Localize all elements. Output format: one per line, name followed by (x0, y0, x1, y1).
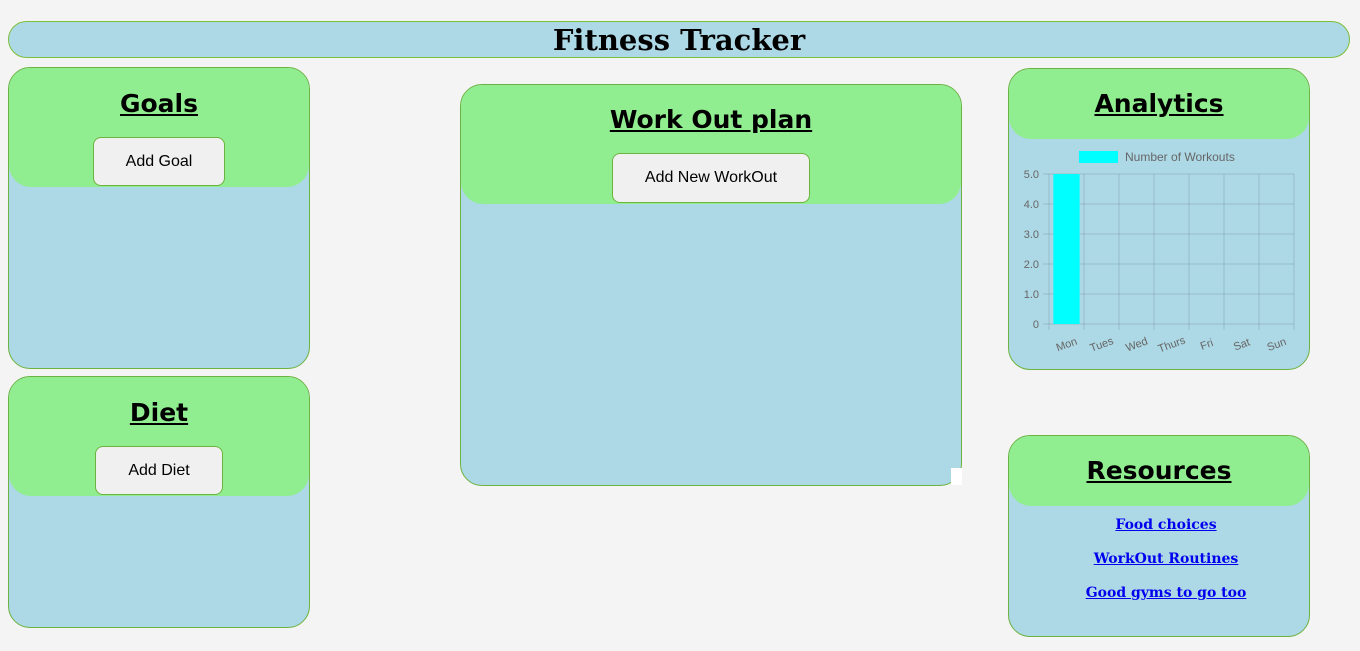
add-workout-button[interactable]: Add New WorkOut (612, 153, 810, 203)
diet-title: Diet (129, 398, 189, 427)
workout-header: Work Out plan Add New WorkOut (461, 85, 961, 204)
workout-routines-link[interactable]: WorkOut Routines (1023, 550, 1309, 568)
y-tick-label: 5.0 (1024, 169, 1039, 181)
y-tick-label: 0 (1033, 319, 1039, 331)
legend-swatch (1079, 151, 1118, 163)
goals-title: Goals (119, 89, 198, 118)
x-tick-label: Thurs (1157, 334, 1188, 355)
app-header: Fitness Tracker (8, 21, 1350, 58)
resize-handle[interactable] (951, 468, 962, 485)
bar-mon (1053, 174, 1080, 324)
y-tick-label: 4.0 (1024, 199, 1039, 211)
x-tick-label: Sat (1232, 336, 1252, 353)
resources-panel: Resources Food choices WorkOut Routines … (1008, 435, 1310, 637)
x-tick-label: Wed (1124, 335, 1149, 354)
workouts-bar-chart: Number of Workouts 0 1.0 2.0 3.0 4.0 5.0 Mon Tue… (1024, 150, 1295, 355)
y-tick-label: 1.0 (1024, 289, 1039, 301)
goals-header: Goals Add Goal (9, 68, 309, 187)
x-tick-label: Mon (1055, 336, 1079, 355)
resources-title: Resources (1086, 456, 1232, 485)
add-diet-button[interactable]: Add Diet (95, 446, 223, 495)
resources-links: Food choices WorkOut Routines Good gyms … (1009, 506, 1309, 602)
x-tick-label: Tues (1088, 335, 1115, 355)
analytics-header: Analytics (1009, 69, 1309, 139)
workout-plan-panel: Work Out plan Add New WorkOut (460, 84, 962, 486)
x-tick-label: Sun (1266, 336, 1289, 354)
analytics-title: Analytics (1094, 89, 1224, 118)
diet-header: Diet Add Diet (9, 377, 309, 496)
y-tick-label: 3.0 (1024, 229, 1039, 241)
page-title: Fitness Tracker (552, 22, 806, 57)
legend-label: Number of Workouts (1125, 150, 1235, 164)
y-tick-label: 2.0 (1024, 259, 1039, 271)
good-gyms-link[interactable]: Good gyms to go too (1023, 584, 1309, 602)
goals-panel: Goals Add Goal (8, 67, 310, 369)
workout-title: Work Out plan (609, 105, 813, 134)
diet-panel: Diet Add Diet (8, 376, 310, 628)
x-tick-label: Fri (1199, 337, 1215, 353)
analytics-panel: Analytics Number of Workouts 0 1.0 2.0 3.0 4.… (1008, 68, 1310, 370)
resources-header: Resources (1009, 436, 1309, 506)
food-choices-link[interactable]: Food choices (1023, 516, 1309, 534)
add-goal-button[interactable]: Add Goal (93, 137, 225, 186)
